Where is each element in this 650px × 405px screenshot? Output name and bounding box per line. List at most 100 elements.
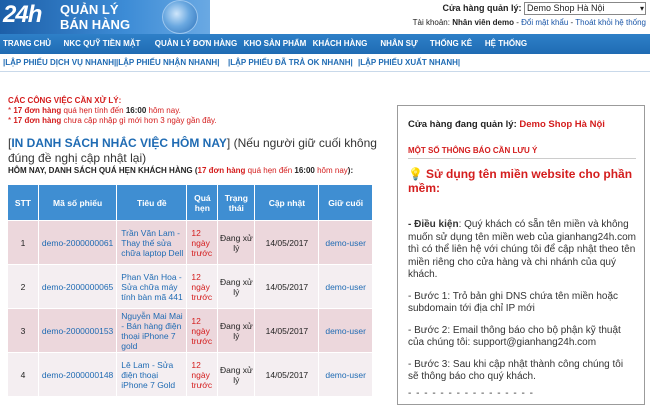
nav-system[interactable]: HỆ THỐNG	[476, 34, 536, 54]
managed-store-label: Cửa hàng đang quản lý:	[408, 119, 517, 130]
row-updated: 14/05/2017	[254, 352, 320, 397]
row-status: Đang xử lý	[217, 352, 256, 397]
nav-customers[interactable]: KHÁCH HÀNG	[308, 34, 372, 54]
step-1: - Bước 1: Trỏ bản ghi DNS chứa tên miền …	[408, 290, 619, 315]
paren: ):	[347, 166, 354, 175]
table-row: 1 demo-2000000061 Trần Văn Lam - Thay th…	[7, 220, 373, 265]
quick-export-ticket-link[interactable]: |LẬP PHIẾU XUẤT NHANH|	[358, 58, 460, 67]
row-overdue: 12 ngày trước	[186, 264, 219, 309]
row-status: Đang xử lý	[217, 308, 256, 353]
ticket-code-link[interactable]: demo-2000000153	[37, 308, 118, 353]
ticket-title-link[interactable]: Lê Lam - Sửa điện thoại iPhone 7 Gold	[116, 352, 188, 397]
ticket-code-link[interactable]: demo-2000000065	[37, 264, 118, 309]
today-overdue-label: HÔM NAY, DANH SÁCH QUÁ HẸN KHÁCH HÀNG (1…	[8, 166, 353, 175]
ticket-code-link[interactable]: demo-2000000061	[37, 220, 118, 265]
table-row: 2 demo-2000000065 Phan Văn Hoa - Sửa chữ…	[7, 264, 373, 309]
store-selector-row: Cửa hàng quản lý: Demo Shop Hà Nội ▾	[413, 2, 646, 15]
app-root: 24h QUẢN LÝ BÁN HÀNG Cửa hàng quản lý: D…	[0, 0, 650, 405]
quick-returned-ok-ticket-link[interactable]: |LẬP PHIẾU ĐÃ TRẢ OK NHANH|	[228, 58, 353, 67]
col-header-title: Tiêu đề	[116, 184, 188, 221]
today-text: hôm nay	[317, 166, 348, 175]
pending-task-stale: * 17 đơn hàng chưa cập nhập gì mới hơn 3…	[8, 116, 217, 126]
pending-tasks: CÁC CÔNG VIỆC CẦN XỬ LÝ: * 17 đơn hàng q…	[8, 96, 217, 126]
table-row: 4 demo-2000000148 Lê Lam - Sửa điện thoạ…	[7, 352, 373, 397]
row-stt: 4	[7, 352, 39, 397]
row-updated: 14/05/2017	[254, 264, 320, 309]
notice-panel: Cửa hàng đang quản lý: Demo Shop Hà Nội …	[397, 105, 645, 405]
logo-title-line2: BÁN HÀNG	[60, 17, 131, 32]
row-holder-link[interactable]: demo-user	[318, 352, 373, 397]
account-label: Tài khoản:	[412, 18, 450, 27]
notice-body: - Điều kiện: Quý khách có sẵn tên miền v…	[408, 219, 636, 393]
nav-orders[interactable]: QUẢN LÝ ĐƠN HÀNG	[150, 34, 242, 54]
quick-action-bar: |LẬP PHIẾU DỊCH VỤ NHANH| |LẬP PHIẾU NHẬ…	[0, 54, 650, 72]
bullet-star: *	[8, 116, 12, 125]
store-select-value: Demo Shop Hà Nội	[527, 3, 605, 13]
row-overdue: 12 ngày trước	[186, 308, 219, 353]
feature-title: Sử dụng tên miền website cho phần mềm:	[408, 167, 633, 195]
store-select[interactable]: Demo Shop Hà Nội ▾	[524, 2, 646, 15]
nav-staff[interactable]: NHÂN SỰ	[372, 34, 426, 54]
chevron-down-icon: ▾	[639, 4, 644, 13]
row-holder-link[interactable]: demo-user	[318, 220, 373, 265]
ticket-code-link[interactable]: demo-2000000148	[37, 352, 118, 397]
today-time: 16:00	[294, 166, 315, 175]
quick-receive-ticket-link[interactable]: |LẬP PHIẾU NHẬN NHANH|	[116, 58, 219, 67]
nav-cash-journal[interactable]: NKC QUỸ TIỀN MẶT	[54, 34, 150, 54]
stale-count-link[interactable]: 17 đơn hàng	[13, 116, 61, 125]
change-password-link[interactable]: Đổi mật khẩu	[521, 18, 568, 27]
store-label: Cửa hàng quản lý:	[442, 2, 522, 13]
notice-title: MỘT SỐ THÔNG BÁO CẦN LƯU Ý	[408, 146, 538, 155]
ticket-title-link[interactable]: Trần Văn Lam - Thay thế sửa chữa laptop …	[116, 220, 188, 265]
nav-statistics[interactable]: THỐNG KÊ	[426, 34, 476, 54]
managed-store-name: Demo Shop Hà Nội	[519, 119, 605, 130]
quick-service-ticket-link[interactable]: |LẬP PHIẾU DỊCH VỤ NHANH|	[3, 58, 116, 67]
row-stt: 3	[7, 308, 39, 353]
col-header-updated: Cập nhật	[254, 184, 320, 221]
table-header-row: STT Mã số phiếu Tiêu đề Quá hẹn Trạng th…	[7, 184, 373, 221]
header: 24h QUẢN LÝ BÁN HÀNG Cửa hàng quản lý: D…	[0, 0, 650, 34]
account-row: Tài khoản: Nhân viên demo - Đổi mật khẩu…	[413, 18, 646, 27]
step-2: - Bước 2: Email thông báo cho bộ phận kỹ…	[408, 324, 621, 349]
row-overdue: 12 ngày trước	[186, 220, 219, 265]
today-label: HÔM NAY, DANH SÁCH QUÁ HẸN KHÁCH HÀNG	[8, 166, 193, 175]
row-holder-link[interactable]: demo-user	[318, 264, 373, 309]
row-holder-link[interactable]: demo-user	[318, 308, 373, 353]
row-status: Đang xử lý	[217, 264, 256, 309]
task-text: chưa cập nhập gì mới hơn 3 ngày gần đây.	[63, 116, 217, 125]
today-count: 17 đơn hàng	[197, 166, 246, 175]
col-header-code: Mã số phiếu	[37, 184, 118, 221]
step-3: - Bước 3: Sau khi cập nhật thành công ch…	[408, 358, 624, 383]
row-updated: 14/05/2017	[254, 220, 320, 265]
table-row: 3 demo-2000000153 Nguyễn Mai Mai - Bán h…	[7, 308, 373, 353]
row-overdue: 12 ngày trước	[186, 352, 219, 397]
separator: -	[516, 18, 519, 27]
logo[interactable]: 24h QUẢN LÝ BÁN HÀNG	[0, 0, 210, 34]
ticket-title-link[interactable]: Phan Văn Hoa - Sửa chữa máy tính bàn mã …	[116, 264, 188, 309]
bullet-star: *	[8, 106, 12, 115]
managed-store: Cửa hàng đang quản lý: Demo Shop Hà Nội	[408, 119, 605, 130]
logout-link[interactable]: Thoát khỏi hệ thống	[575, 18, 646, 27]
condition-paragraph: - Điều kiện: Quý khách có sẵn tên miền v…	[408, 219, 636, 282]
col-header-overdue: Quá hẹn	[186, 184, 219, 221]
ticket-title-link[interactable]: Nguyễn Mai Mai - Bán hàng điện thoại iPh…	[116, 308, 188, 353]
col-header-holder: Giữ cuối	[318, 184, 373, 221]
overdue-count-link[interactable]: 17 đơn hàng	[13, 106, 61, 115]
row-status: Đang xử lý	[217, 220, 256, 265]
nav-home[interactable]: TRANG CHỦ	[0, 34, 54, 54]
today-text: quá hẹn đến	[247, 166, 293, 175]
task-text: quá hẹn tính đến	[63, 106, 124, 115]
divider	[408, 158, 636, 159]
overdue-table: STT Mã số phiếu Tiêu đề Quá hẹn Trạng th…	[7, 184, 373, 397]
bracket-close: ]	[226, 136, 231, 150]
col-header-status: Trạng thái	[217, 184, 256, 221]
header-user-area: Cửa hàng quản lý: Demo Shop Hà Nội ▾ Tài …	[413, 2, 646, 27]
row-stt: 1	[7, 220, 39, 265]
print-reminder-link[interactable]: IN DANH SÁCH NHẮC VIỆC HÔM NAY	[11, 136, 227, 150]
dashed-separator: - - - - - - - - - - - - - - - -	[408, 388, 534, 399]
pending-tasks-title: CÁC CÔNG VIỆC CẦN XỬ LÝ:	[8, 96, 122, 105]
nav-products[interactable]: KHO SẢN PHẨM	[242, 34, 308, 54]
separator: -	[570, 18, 574, 27]
logo-number: 24h	[3, 1, 42, 28]
row-stt: 2	[7, 264, 39, 309]
